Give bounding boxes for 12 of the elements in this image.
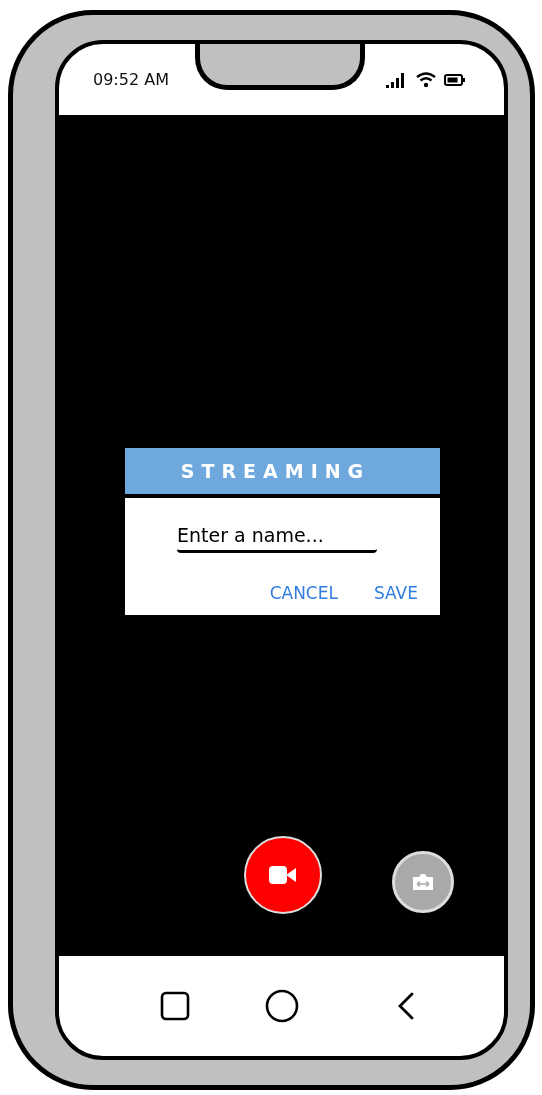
battery-icon bbox=[444, 73, 466, 86]
home-button[interactable] bbox=[265, 989, 299, 1023]
wifi-icon bbox=[416, 71, 436, 88]
dialog-title: STREAMING bbox=[180, 460, 371, 482]
video-camera-icon bbox=[269, 866, 297, 884]
save-button[interactable]: SAVE bbox=[367, 581, 424, 605]
back-button[interactable] bbox=[397, 991, 415, 1021]
name-field[interactable]: Enter a name... bbox=[177, 522, 377, 553]
status-time: 09:52 AM bbox=[93, 70, 169, 89]
camera-switch-icon bbox=[411, 873, 435, 891]
cancel-button[interactable]: CANCEL bbox=[263, 581, 344, 605]
recent-apps-button[interactable] bbox=[160, 991, 190, 1021]
